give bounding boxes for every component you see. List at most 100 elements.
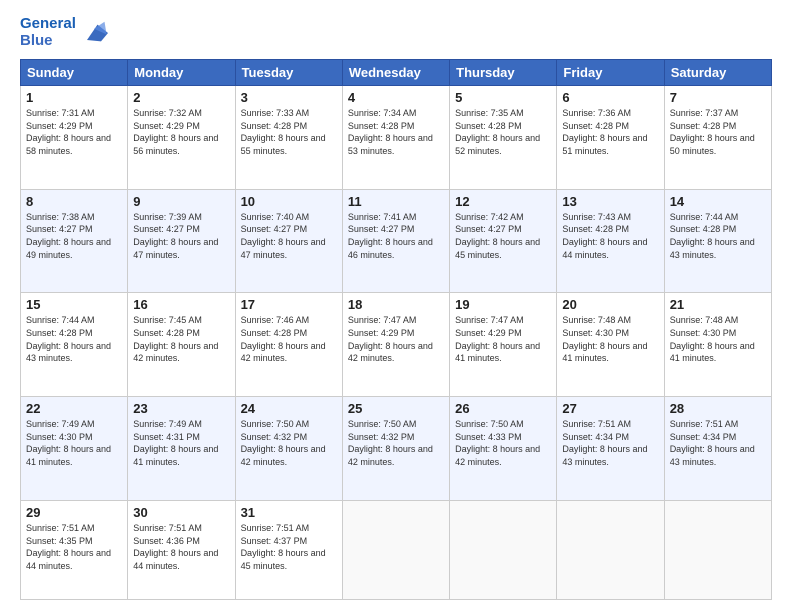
cell-info: Sunrise: 7:49 AMSunset: 4:31 PMDaylight:… (133, 418, 229, 468)
day-number: 22 (26, 401, 122, 416)
day-number: 4 (348, 90, 444, 105)
calendar-cell: 15 Sunrise: 7:44 AMSunset: 4:28 PMDaylig… (21, 293, 128, 397)
weekday-wednesday: Wednesday (342, 60, 449, 86)
cell-info: Sunrise: 7:51 AMSunset: 4:34 PMDaylight:… (562, 418, 658, 468)
day-number: 11 (348, 194, 444, 209)
cell-info: Sunrise: 7:44 AMSunset: 4:28 PMDaylight:… (670, 211, 766, 261)
cell-info: Sunrise: 7:41 AMSunset: 4:27 PMDaylight:… (348, 211, 444, 261)
calendar-page: General Blue SundayMondayTuesdayWednesda… (0, 0, 792, 612)
day-number: 15 (26, 297, 122, 312)
day-number: 10 (241, 194, 337, 209)
cell-info: Sunrise: 7:51 AMSunset: 4:36 PMDaylight:… (133, 522, 229, 572)
calendar-cell: 30 Sunrise: 7:51 AMSunset: 4:36 PMDaylig… (128, 500, 235, 599)
calendar-cell (342, 500, 449, 599)
cell-info: Sunrise: 7:45 AMSunset: 4:28 PMDaylight:… (133, 314, 229, 364)
day-number: 1 (26, 90, 122, 105)
cell-info: Sunrise: 7:46 AMSunset: 4:28 PMDaylight:… (241, 314, 337, 364)
day-number: 14 (670, 194, 766, 209)
weekday-sunday: Sunday (21, 60, 128, 86)
cell-info: Sunrise: 7:43 AMSunset: 4:28 PMDaylight:… (562, 211, 658, 261)
day-number: 5 (455, 90, 551, 105)
header: General Blue (20, 16, 772, 49)
weekday-thursday: Thursday (450, 60, 557, 86)
cell-info: Sunrise: 7:35 AMSunset: 4:28 PMDaylight:… (455, 107, 551, 157)
cell-info: Sunrise: 7:36 AMSunset: 4:28 PMDaylight:… (562, 107, 658, 157)
cell-info: Sunrise: 7:49 AMSunset: 4:30 PMDaylight:… (26, 418, 122, 468)
day-number: 27 (562, 401, 658, 416)
calendar-cell: 14 Sunrise: 7:44 AMSunset: 4:28 PMDaylig… (664, 189, 771, 293)
calendar-cell: 9 Sunrise: 7:39 AMSunset: 4:27 PMDayligh… (128, 189, 235, 293)
calendar-cell: 26 Sunrise: 7:50 AMSunset: 4:33 PMDaylig… (450, 397, 557, 501)
cell-info: Sunrise: 7:48 AMSunset: 4:30 PMDaylight:… (562, 314, 658, 364)
logo-text: General (20, 16, 76, 33)
cell-info: Sunrise: 7:32 AMSunset: 4:29 PMDaylight:… (133, 107, 229, 157)
calendar-cell: 31 Sunrise: 7:51 AMSunset: 4:37 PMDaylig… (235, 500, 342, 599)
cell-info: Sunrise: 7:34 AMSunset: 4:28 PMDaylight:… (348, 107, 444, 157)
day-number: 8 (26, 194, 122, 209)
calendar-cell: 2 Sunrise: 7:32 AMSunset: 4:29 PMDayligh… (128, 86, 235, 190)
weekday-saturday: Saturday (664, 60, 771, 86)
calendar-cell: 7 Sunrise: 7:37 AMSunset: 4:28 PMDayligh… (664, 86, 771, 190)
cell-info: Sunrise: 7:39 AMSunset: 4:27 PMDaylight:… (133, 211, 229, 261)
cell-info: Sunrise: 7:37 AMSunset: 4:28 PMDaylight:… (670, 107, 766, 157)
calendar-cell: 25 Sunrise: 7:50 AMSunset: 4:32 PMDaylig… (342, 397, 449, 501)
day-number: 18 (348, 297, 444, 312)
logo-subtext: Blue (20, 33, 76, 50)
day-number: 21 (670, 297, 766, 312)
calendar-cell: 5 Sunrise: 7:35 AMSunset: 4:28 PMDayligh… (450, 86, 557, 190)
calendar-cell: 22 Sunrise: 7:49 AMSunset: 4:30 PMDaylig… (21, 397, 128, 501)
calendar-table: SundayMondayTuesdayWednesdayThursdayFrid… (20, 59, 772, 600)
day-number: 17 (241, 297, 337, 312)
cell-info: Sunrise: 7:48 AMSunset: 4:30 PMDaylight:… (670, 314, 766, 364)
weekday-header-row: SundayMondayTuesdayWednesdayThursdayFrid… (21, 60, 772, 86)
calendar-cell: 6 Sunrise: 7:36 AMSunset: 4:28 PMDayligh… (557, 86, 664, 190)
cell-info: Sunrise: 7:51 AMSunset: 4:35 PMDaylight:… (26, 522, 122, 572)
day-number: 30 (133, 505, 229, 520)
day-number: 2 (133, 90, 229, 105)
day-number: 9 (133, 194, 229, 209)
calendar-cell: 8 Sunrise: 7:38 AMSunset: 4:27 PMDayligh… (21, 189, 128, 293)
cell-info: Sunrise: 7:38 AMSunset: 4:27 PMDaylight:… (26, 211, 122, 261)
calendar-cell: 3 Sunrise: 7:33 AMSunset: 4:28 PMDayligh… (235, 86, 342, 190)
day-number: 23 (133, 401, 229, 416)
cell-info: Sunrise: 7:51 AMSunset: 4:37 PMDaylight:… (241, 522, 337, 572)
cell-info: Sunrise: 7:40 AMSunset: 4:27 PMDaylight:… (241, 211, 337, 261)
calendar-cell: 18 Sunrise: 7:47 AMSunset: 4:29 PMDaylig… (342, 293, 449, 397)
day-number: 29 (26, 505, 122, 520)
day-number: 12 (455, 194, 551, 209)
cell-info: Sunrise: 7:33 AMSunset: 4:28 PMDaylight:… (241, 107, 337, 157)
weekday-friday: Friday (557, 60, 664, 86)
day-number: 16 (133, 297, 229, 312)
cell-info: Sunrise: 7:50 AMSunset: 4:32 PMDaylight:… (241, 418, 337, 468)
day-number: 6 (562, 90, 658, 105)
cell-info: Sunrise: 7:47 AMSunset: 4:29 PMDaylight:… (455, 314, 551, 364)
calendar-cell: 1 Sunrise: 7:31 AMSunset: 4:29 PMDayligh… (21, 86, 128, 190)
day-number: 3 (241, 90, 337, 105)
calendar-cell: 10 Sunrise: 7:40 AMSunset: 4:27 PMDaylig… (235, 189, 342, 293)
calendar-cell: 4 Sunrise: 7:34 AMSunset: 4:28 PMDayligh… (342, 86, 449, 190)
day-number: 13 (562, 194, 658, 209)
cell-info: Sunrise: 7:31 AMSunset: 4:29 PMDaylight:… (26, 107, 122, 157)
calendar-cell: 11 Sunrise: 7:41 AMSunset: 4:27 PMDaylig… (342, 189, 449, 293)
day-number: 20 (562, 297, 658, 312)
calendar-cell: 28 Sunrise: 7:51 AMSunset: 4:34 PMDaylig… (664, 397, 771, 501)
calendar-cell: 23 Sunrise: 7:49 AMSunset: 4:31 PMDaylig… (128, 397, 235, 501)
calendar-cell: 13 Sunrise: 7:43 AMSunset: 4:28 PMDaylig… (557, 189, 664, 293)
day-number: 7 (670, 90, 766, 105)
cell-info: Sunrise: 7:44 AMSunset: 4:28 PMDaylight:… (26, 314, 122, 364)
logo-icon (80, 19, 108, 47)
cell-info: Sunrise: 7:47 AMSunset: 4:29 PMDaylight:… (348, 314, 444, 364)
calendar-cell (450, 500, 557, 599)
calendar-cell (557, 500, 664, 599)
day-number: 26 (455, 401, 551, 416)
day-number: 24 (241, 401, 337, 416)
calendar-cell: 21 Sunrise: 7:48 AMSunset: 4:30 PMDaylig… (664, 293, 771, 397)
day-number: 25 (348, 401, 444, 416)
cell-info: Sunrise: 7:51 AMSunset: 4:34 PMDaylight:… (670, 418, 766, 468)
logo: General Blue (20, 16, 108, 49)
calendar-cell: 19 Sunrise: 7:47 AMSunset: 4:29 PMDaylig… (450, 293, 557, 397)
weekday-tuesday: Tuesday (235, 60, 342, 86)
cell-info: Sunrise: 7:50 AMSunset: 4:32 PMDaylight:… (348, 418, 444, 468)
calendar-cell (664, 500, 771, 599)
day-number: 28 (670, 401, 766, 416)
